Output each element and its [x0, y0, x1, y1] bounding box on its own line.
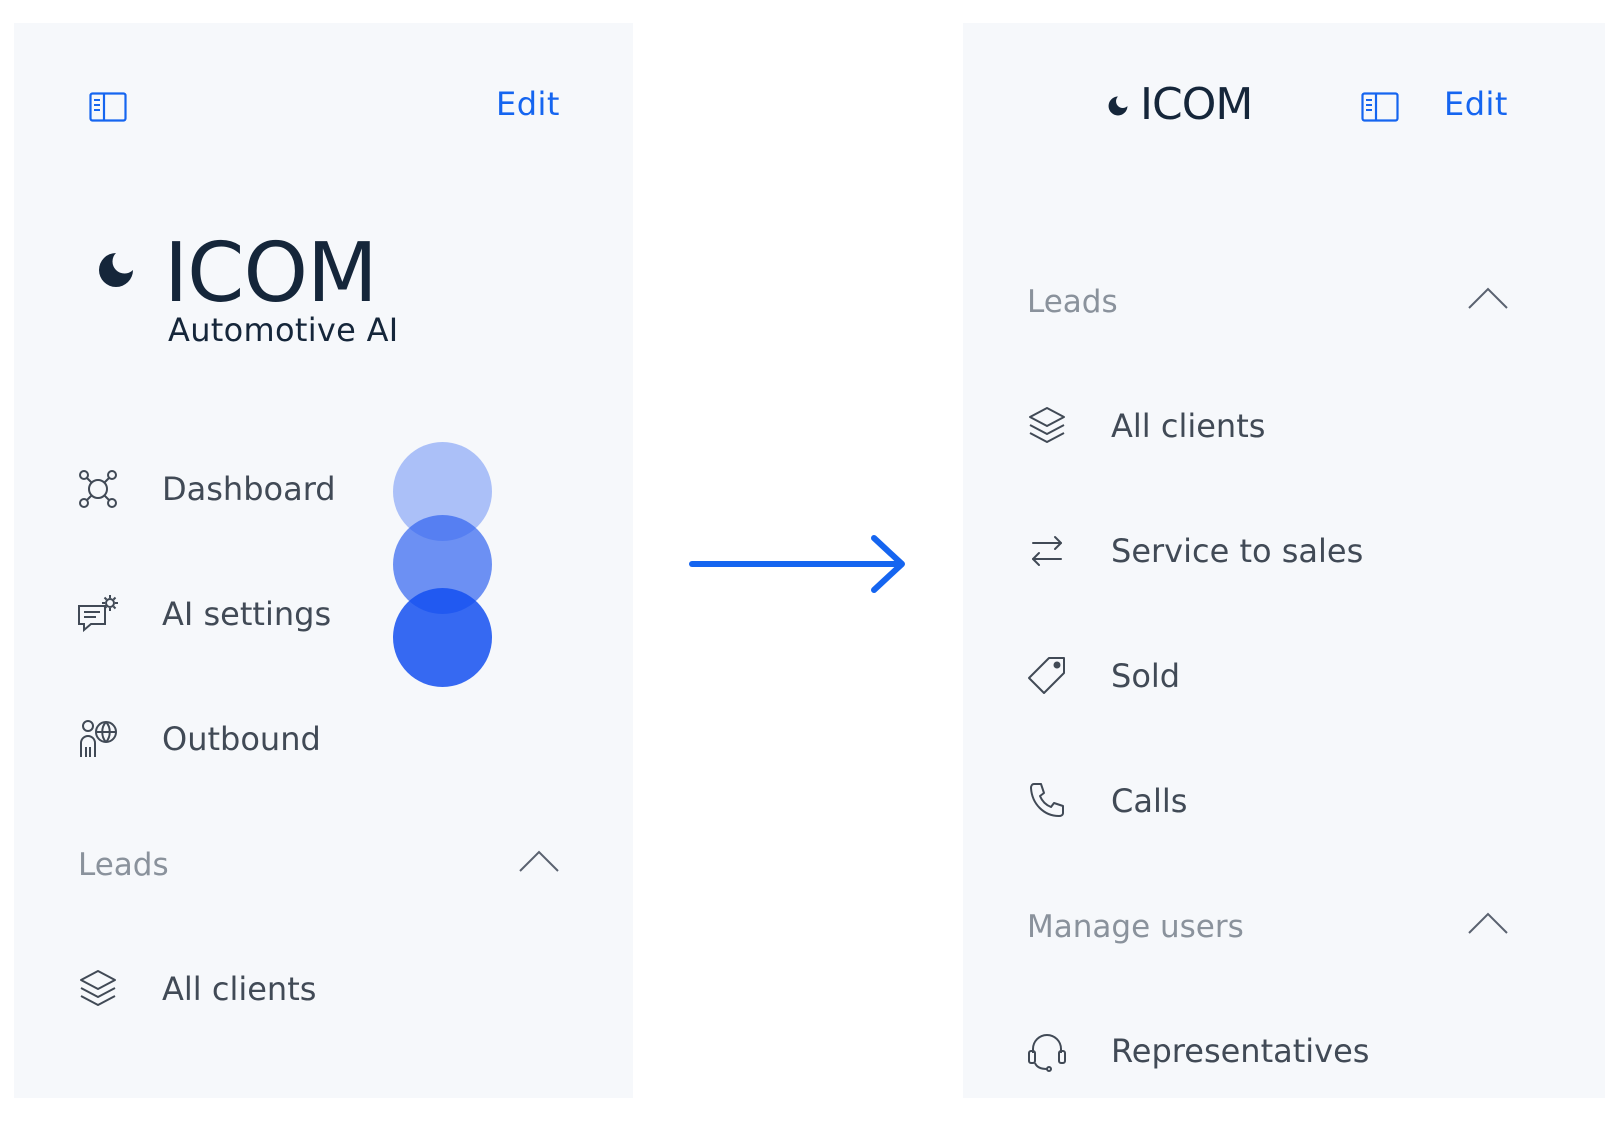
section-leads-header[interactable]: Leads	[1027, 277, 1519, 327]
chevron-up-icon	[1468, 287, 1508, 309]
layers-icon	[76, 967, 120, 1011]
nav-item-representatives[interactable]: Representatives	[1025, 1021, 1465, 1081]
nav-item-service-to-sales[interactable]: Service to sales	[1025, 521, 1465, 581]
chevron-up-icon	[519, 850, 559, 872]
logo-mark-icon	[99, 253, 133, 287]
phone-icon	[1025, 779, 1069, 823]
chevron-up-icon	[1468, 912, 1508, 934]
section-leads-header[interactable]: Leads	[78, 840, 568, 890]
tag-icon	[1025, 654, 1069, 698]
nav-item-outbound[interactable]: Outbound	[76, 709, 376, 769]
logo-wordmark: ICOM	[1140, 79, 1253, 130]
section-label: Leads	[78, 847, 169, 883]
nav-item-label: Service to sales	[1111, 532, 1364, 570]
nav-item-dashboard[interactable]: Dashboard	[76, 459, 376, 519]
logo-mark-icon	[1108, 96, 1128, 116]
nav-item-label: AI settings	[162, 595, 332, 633]
sidebar-expanded-panel: Edit ICOM Automotive AI Dashboard AI set…	[14, 23, 633, 1098]
logo-wordmark: ICOM	[164, 226, 378, 321]
nav-item-ai-settings[interactable]: AI settings	[76, 584, 376, 644]
nav-item-sold[interactable]: Sold	[1025, 646, 1465, 706]
person-globe-icon	[76, 717, 120, 761]
layers-icon	[1025, 404, 1069, 448]
nav-item-label: Calls	[1111, 782, 1188, 820]
nav-item-label: Sold	[1111, 657, 1181, 695]
network-nodes-icon	[76, 467, 120, 511]
headset-icon	[1025, 1029, 1069, 1073]
sidebar-toggle-button[interactable]	[88, 90, 128, 124]
logo-subtitle: Automotive AI	[168, 311, 399, 349]
nav-item-all-clients[interactable]: All clients	[1025, 396, 1465, 456]
sidebar-toggle-icon	[1361, 92, 1399, 122]
section-label: Leads	[1027, 284, 1118, 320]
section-label: Manage users	[1027, 909, 1244, 945]
sidebar-scrolled-panel: ICOM Edit Leads All clients Service to s…	[963, 23, 1605, 1098]
nav-item-all-clients[interactable]: All clients	[76, 959, 376, 1019]
sidebar-toggle-icon	[89, 92, 127, 122]
edit-button[interactable]: Edit	[1444, 85, 1508, 123]
nav-item-label: Representatives	[1111, 1032, 1370, 1070]
nav-item-label: Outbound	[162, 720, 321, 758]
transition-arrow-icon	[689, 535, 905, 593]
nav-item-label: All clients	[162, 970, 317, 1008]
chat-settings-icon	[76, 592, 120, 636]
sidebar-toggle-button[interactable]	[1360, 90, 1400, 124]
edit-button[interactable]: Edit	[496, 85, 560, 123]
nav-item-label: All clients	[1111, 407, 1266, 445]
swap-arrows-icon	[1025, 529, 1069, 573]
nav-item-calls[interactable]: Calls	[1025, 771, 1465, 831]
section-manage-users-header[interactable]: Manage users	[1027, 902, 1519, 952]
nav-item-label: Dashboard	[162, 470, 336, 508]
touch-indicator	[393, 588, 492, 687]
